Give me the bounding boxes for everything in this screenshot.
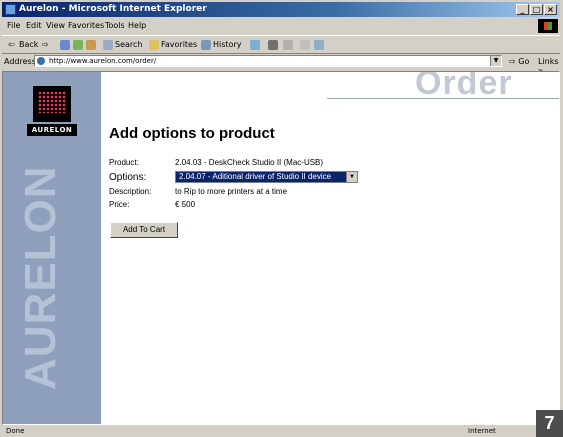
page-icon — [37, 57, 45, 65]
product-label: Product: — [109, 158, 139, 167]
description-value: to Rip to more printers at a time — [175, 187, 288, 196]
address-input[interactable]: http://www.aurelon.com/order/ ▼ — [34, 55, 502, 67]
window-controls: _ □ × — [515, 4, 557, 15]
chevron-down-icon[interactable]: ▼ — [346, 172, 357, 182]
status-text: Done — [6, 427, 25, 435]
back-button[interactable]: Back — [19, 40, 38, 49]
search-icon[interactable] — [103, 40, 113, 50]
discuss-icon[interactable] — [300, 40, 310, 50]
status-bar: Done Internet — [2, 427, 560, 437]
options-selected-value: 2.04.07 - Aditional driver of Studio II … — [179, 172, 332, 181]
page-content: AURELON AURELON Order Add options to pro… — [2, 71, 560, 425]
address-label: Address — [4, 57, 36, 66]
aurelon-logo-icon — [33, 86, 71, 122]
ie-icon — [5, 4, 16, 15]
mail-icon[interactable] — [250, 40, 260, 50]
options-select[interactable]: 2.04.07 - Aditional driver of Studio II … — [175, 171, 358, 183]
add-to-cart-button[interactable]: Add To Cart — [110, 222, 178, 238]
address-bar: Address http://www.aurelon.com/order/ ▼ … — [2, 54, 560, 75]
section-heading: Order — [415, 71, 513, 102]
menu-favorites[interactable]: Favorites — [68, 21, 104, 30]
favorites-button[interactable]: Favorites — [161, 40, 197, 49]
windows-logo-icon — [538, 19, 558, 33]
maximize-button[interactable]: □ — [530, 4, 543, 15]
security-zone: Internet — [468, 427, 496, 435]
chevron-down-icon[interactable]: ▼ — [490, 56, 501, 66]
menu-bar: File Edit View Favorites Tools Help — [2, 19, 560, 33]
history-button[interactable]: History — [213, 40, 241, 49]
stop-icon[interactable] — [60, 40, 70, 50]
history-icon[interactable] — [201, 40, 211, 50]
go-button[interactable]: ⇨ Go — [509, 57, 529, 66]
page-title: Add options to product — [109, 125, 275, 142]
menu-tools[interactable]: Tools — [105, 21, 125, 30]
home-icon[interactable] — [86, 40, 96, 50]
menu-help[interactable]: Help — [128, 21, 146, 30]
minimize-button[interactable]: _ — [516, 4, 529, 15]
window-title: Aurelon - Microsoft Internet Explorer — [19, 4, 207, 14]
back-arrow-icon[interactable]: ⇦ — [8, 40, 15, 49]
close-button[interactable]: × — [544, 4, 557, 15]
toolbar: ⇦ Back ⇨ Search Favorites History — [2, 35, 560, 54]
print-icon[interactable] — [268, 40, 278, 50]
refresh-icon[interactable] — [73, 40, 83, 50]
description-label: Description: — [109, 187, 152, 196]
go-label: Go — [518, 57, 530, 66]
forward-arrow-icon[interactable]: ⇨ — [42, 40, 49, 49]
logo-label: AURELON — [27, 124, 77, 136]
sidebar: AURELON AURELON — [3, 72, 101, 424]
product-value: 2.04.03 - DeskCheck Studio II (Mac-USB) — [175, 158, 324, 167]
options-label: Options: — [109, 172, 147, 183]
search-button[interactable]: Search — [115, 40, 142, 49]
sidebar-brand-word: AURELON — [16, 165, 65, 390]
edit-icon[interactable] — [283, 40, 293, 50]
messenger-icon[interactable] — [314, 40, 324, 50]
price-label: Price: — [109, 200, 130, 209]
links-label: Links — [538, 57, 559, 66]
menu-view[interactable]: View — [46, 21, 65, 30]
title-bar: Aurelon - Microsoft Internet Explorer _ … — [2, 2, 560, 17]
menu-file[interactable]: File — [7, 21, 20, 30]
favorites-icon[interactable] — [149, 40, 159, 50]
address-url: http://www.aurelon.com/order/ — [49, 57, 157, 65]
browser-window: Aurelon - Microsoft Internet Explorer _ … — [0, 0, 563, 437]
menu-edit[interactable]: Edit — [26, 21, 42, 30]
page-number-badge: 7 — [536, 410, 563, 437]
price-value: € 500 — [175, 200, 196, 209]
